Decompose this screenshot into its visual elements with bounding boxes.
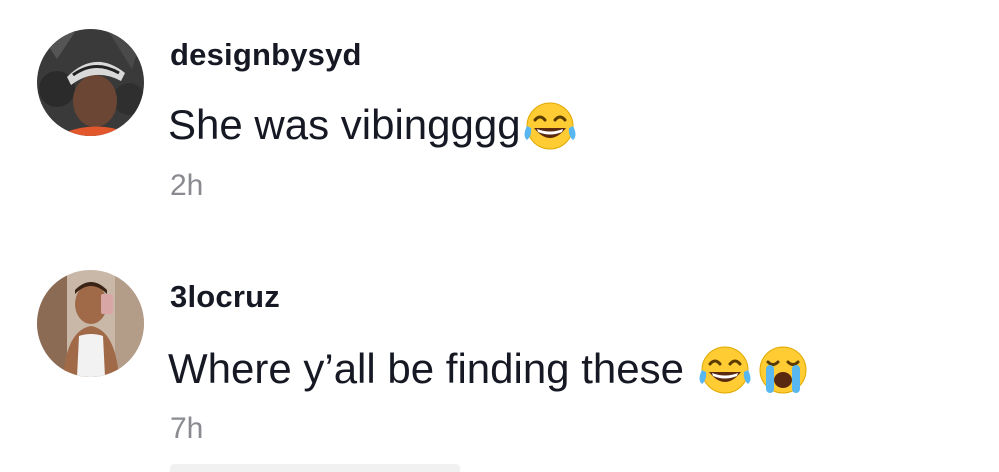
avatar[interactable] (37, 29, 144, 136)
comment-item: 3locruz Where y’all be finding these 7h (0, 236, 999, 472)
comment-username[interactable]: designbysyd (170, 37, 362, 73)
comment-text-body: She was vibingggg (168, 101, 521, 148)
avatar-image (37, 29, 144, 136)
avatar-image (37, 270, 144, 377)
avatar[interactable] (37, 270, 144, 377)
comment-text: She was vibingggg (168, 96, 579, 154)
comment-timestamp: 2h (170, 169, 204, 202)
comment-item: designbysyd She was vibingggg 2h (0, 0, 999, 236)
next-comment-edge (170, 464, 460, 472)
comment-text-body: Where y’all be finding these (168, 345, 684, 392)
face-with-tears-of-joy-icon (696, 340, 754, 398)
loudly-crying-face-icon (754, 340, 812, 398)
comment-text: Where y’all be finding these (168, 340, 812, 398)
face-with-tears-of-joy-icon (521, 96, 579, 154)
comment-username[interactable]: 3locruz (170, 279, 280, 315)
comment-timestamp: 7h (170, 412, 204, 445)
